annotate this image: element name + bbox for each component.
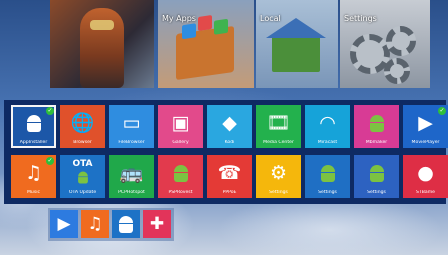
quick-dock: ▶ ♫ ✚ bbox=[48, 208, 174, 241]
ota-icon: OTA bbox=[60, 160, 105, 186]
app-settings-android-2[interactable]: Settings bbox=[354, 155, 399, 198]
app-media-center[interactable]: 🎞 Media Center bbox=[256, 105, 301, 148]
check-badge-icon: ✓ bbox=[46, 157, 54, 165]
app-label: OTA Update bbox=[68, 190, 97, 195]
app-browser[interactable]: 🌐 Browser bbox=[60, 105, 105, 148]
app-ota-update[interactable]: OTA OTA Update bbox=[60, 155, 105, 198]
app-mbmaker[interactable]: Mbmaker bbox=[354, 105, 399, 148]
gear-icon bbox=[384, 58, 410, 84]
my-apps-label: My Apps bbox=[162, 14, 196, 23]
app-box-icon bbox=[176, 15, 234, 81]
app-settings-gear[interactable]: ⚙ Settings bbox=[256, 155, 301, 198]
app-miracast[interactable]: ◠ Miracast bbox=[305, 105, 350, 148]
app-label: PCPHotspot bbox=[118, 190, 145, 195]
app-label: Miracast bbox=[317, 140, 338, 145]
sphere-icon: ● bbox=[417, 161, 434, 184]
phone-icon: ☎ bbox=[217, 161, 242, 184]
app-label: Settings bbox=[367, 190, 386, 195]
local-tile[interactable]: Local bbox=[256, 0, 338, 88]
settings-label: Settings bbox=[344, 14, 377, 23]
app-label: Settings bbox=[269, 190, 288, 195]
check-badge-icon: ✓ bbox=[438, 107, 446, 115]
app-label: Mbmaker bbox=[365, 140, 388, 145]
dock-play-button[interactable]: ▶ bbox=[50, 210, 78, 238]
android-icon bbox=[354, 110, 399, 136]
dock-add-button[interactable]: ✚ bbox=[143, 210, 171, 238]
app-settings-android[interactable]: Settings bbox=[305, 155, 350, 198]
gear-icon bbox=[386, 26, 416, 56]
app-label: Music bbox=[26, 190, 41, 195]
app-label: Gallery bbox=[172, 140, 189, 145]
hero-eyes-image bbox=[90, 20, 114, 30]
android-install-icon bbox=[117, 215, 135, 233]
app-appinstaller[interactable]: ✓ AppInstaller bbox=[11, 105, 56, 148]
android-icon bbox=[158, 160, 203, 186]
image-icon: ▣ bbox=[171, 111, 190, 134]
music-note-icon: ♫ bbox=[87, 214, 103, 234]
film-icon: 🎞 bbox=[266, 111, 291, 134]
app-label: Media Center bbox=[263, 140, 294, 145]
house-icon bbox=[266, 18, 326, 72]
dock-appinstaller-button[interactable] bbox=[112, 210, 140, 238]
android-icon bbox=[354, 160, 399, 186]
android-icon bbox=[305, 160, 350, 186]
featured-movie-tile[interactable] bbox=[50, 0, 154, 88]
app-stbame[interactable]: ● STBame bbox=[403, 155, 448, 198]
app-kodi[interactable]: ◆ Kodi bbox=[207, 105, 252, 148]
app-movieplayer[interactable]: ▶ ✓ MoviePlayer bbox=[403, 105, 448, 148]
play-icon: ▶ bbox=[57, 214, 71, 234]
bus-icon: 🚌 bbox=[119, 161, 144, 184]
plus-icon: ✚ bbox=[149, 214, 165, 234]
ota-text: OTA bbox=[72, 159, 93, 169]
folder-icon: ▭ bbox=[122, 111, 141, 134]
app-label: Kodi bbox=[224, 140, 235, 145]
app-pppoe[interactable]: ☎ PPPoE bbox=[207, 155, 252, 198]
app-label: MoviePlayer bbox=[411, 140, 440, 145]
dock-music-button[interactable]: ♫ bbox=[81, 210, 109, 238]
app-psprovest[interactable]: PSPRovest bbox=[158, 155, 203, 198]
check-badge-icon: ✓ bbox=[46, 107, 54, 115]
my-apps-tile[interactable]: My Apps bbox=[158, 0, 254, 88]
app-label: AppInstaller bbox=[19, 140, 48, 145]
app-label: FileBrowser bbox=[118, 140, 145, 145]
app-pcphotspot[interactable]: 🚌 PCPHotspot bbox=[109, 155, 154, 198]
gear-icon: ⚙ bbox=[269, 161, 288, 184]
app-grid: ✓ AppInstaller 🌐 Browser ▭ FileBrowser ▣… bbox=[4, 100, 448, 204]
app-label: PSPRovest bbox=[168, 190, 193, 195]
globe-icon: 🌐 bbox=[70, 111, 95, 134]
app-label: PPPoE bbox=[222, 190, 237, 195]
app-label: Browser bbox=[73, 140, 92, 145]
app-label: STBame bbox=[416, 190, 435, 195]
app-label: Settings bbox=[318, 190, 337, 195]
app-gallery[interactable]: ▣ Gallery bbox=[158, 105, 203, 148]
app-music[interactable]: ♫ ✓ Music bbox=[11, 155, 56, 198]
kodi-icon: ◆ bbox=[222, 111, 237, 134]
wifi-icon: ◠ bbox=[319, 111, 336, 134]
app-filebrowser[interactable]: ▭ FileBrowser bbox=[109, 105, 154, 148]
settings-tile[interactable]: Settings bbox=[340, 0, 430, 88]
